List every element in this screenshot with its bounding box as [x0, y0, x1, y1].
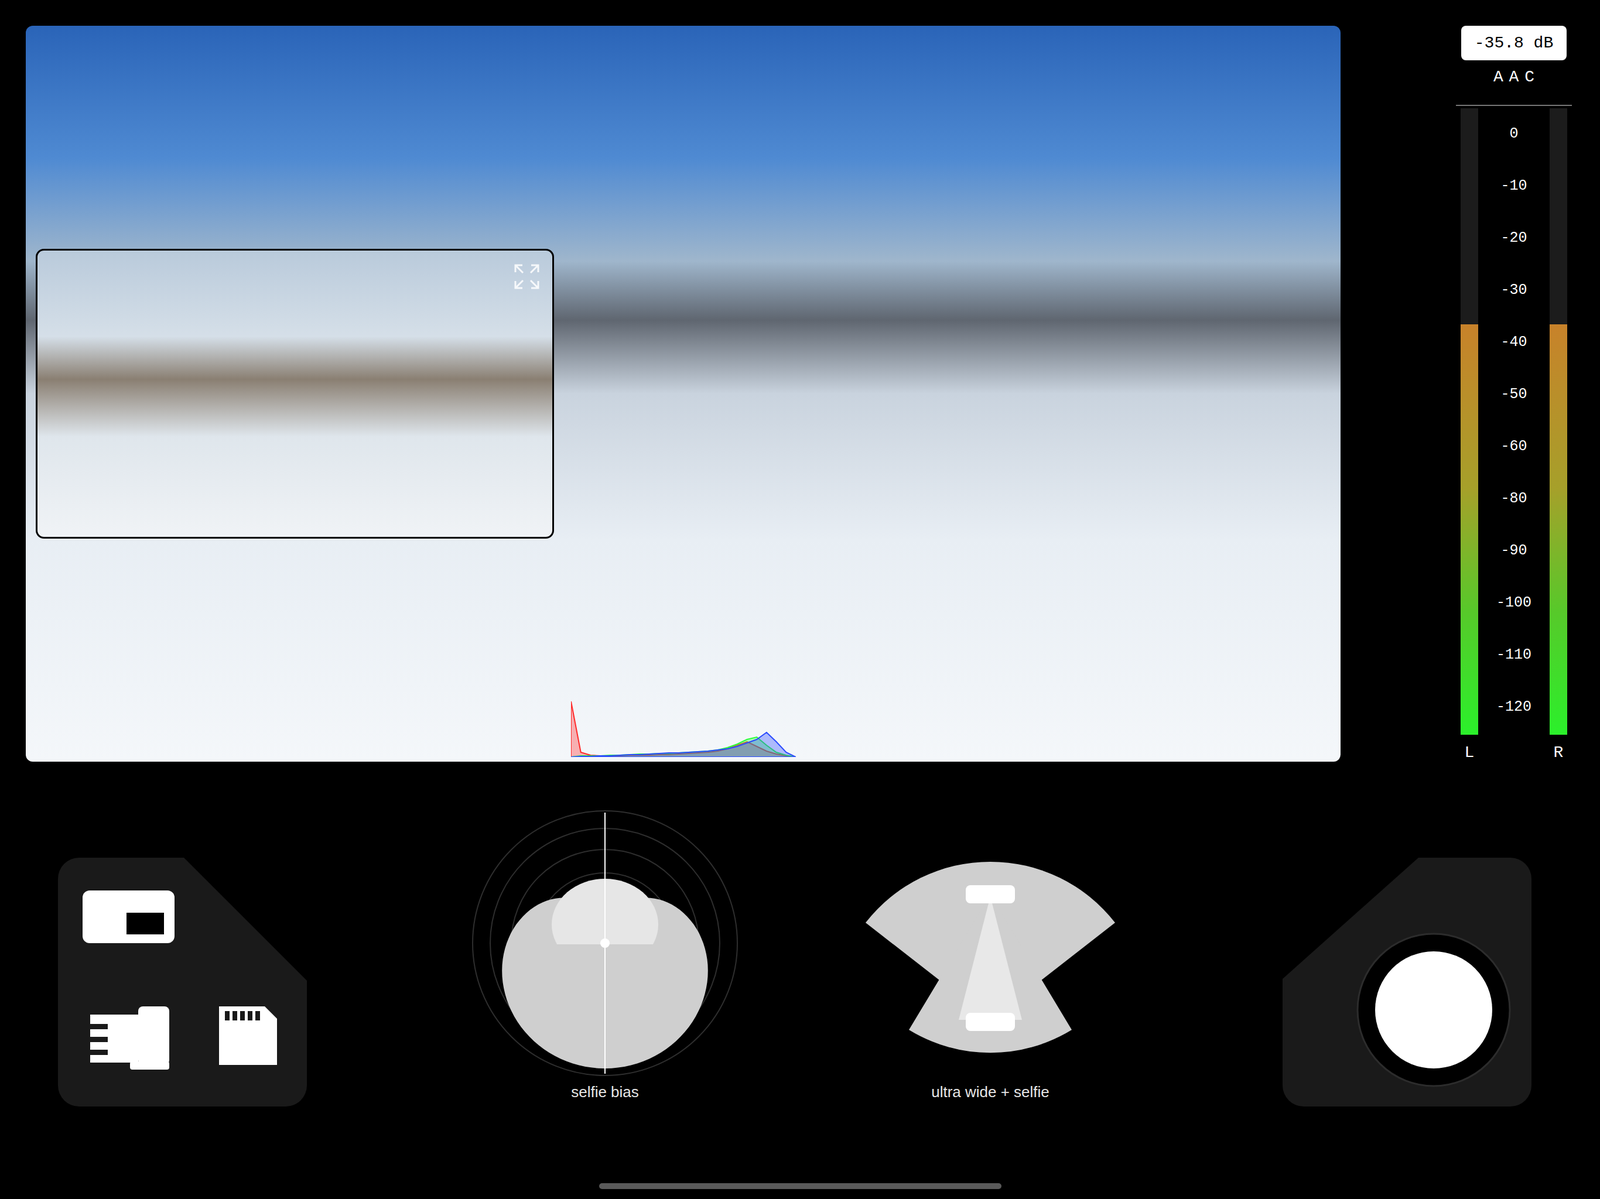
polar-pattern-icon[interactable]: [470, 808, 740, 1079]
codec-label: AAC: [1487, 67, 1541, 88]
audio-meter: -35.8 dB AAC 0 -10 -20 -30 -40 -50 -60 -80 -90 -100…: [1455, 25, 1572, 764]
scale-tick: -50: [1500, 387, 1527, 403]
mic-pattern-label: selfie bias: [571, 1082, 639, 1102]
output-icons: [82, 1006, 307, 1070]
histogram-series: [571, 732, 796, 758]
channel-labels: LR: [1455, 743, 1572, 764]
scale-tick: -20: [1500, 230, 1527, 246]
left-meter-track: [1460, 108, 1479, 735]
mic-pattern-control[interactable]: selfie bias: [470, 808, 740, 1102]
picture-in-picture-icon[interactable]: [82, 890, 175, 944]
scale-tick: -100: [1496, 595, 1532, 611]
histogram: [571, 698, 796, 758]
meter-body: 0 -10 -20 -30 -40 -50 -60 -80 -90 -100 -110 -120: [1455, 108, 1572, 735]
channel-label: R: [1549, 743, 1568, 764]
cinema-camera-icon[interactable]: [89, 1006, 170, 1070]
scale-tick: -60: [1500, 439, 1527, 455]
scale-tick: -80: [1500, 491, 1527, 507]
scale-tick: -40: [1500, 334, 1527, 351]
camera-screen: -35.8 dB AAC 0 -10 -20 -30 -40 -50 -60 -80 -90 -100…: [0, 0, 1600, 1199]
camera-mode-label: ultra wide + selfie: [931, 1082, 1050, 1102]
right-meter-track: [1549, 108, 1568, 735]
scale-tick: -90: [1500, 543, 1527, 559]
expand-icon[interactable]: [513, 262, 541, 291]
scale-tick: -10: [1500, 178, 1527, 194]
scale-tick: -110: [1496, 647, 1532, 663]
right-meter-fill: [1549, 324, 1568, 735]
home-indicator: [599, 1183, 1002, 1190]
left-meter-fill: [1460, 324, 1479, 735]
output-panel: [57, 857, 307, 1107]
scale-tick: -30: [1500, 282, 1527, 299]
histogram-series: [571, 701, 796, 758]
record-button[interactable]: [1351, 928, 1516, 1093]
meter-divider: [1455, 104, 1572, 107]
record-panel: [1282, 857, 1532, 1107]
camera-preview[interactable]: [25, 25, 1341, 762]
camera-fields-icon[interactable]: [861, 808, 1120, 1079]
top-row: -35.8 dB AAC 0 -10 -20 -30 -40 -50 -60 -80 -90 -100…: [0, 0, 1600, 764]
sd-card-icon[interactable]: [219, 1006, 278, 1066]
scale-tick: 0: [1509, 126, 1519, 142]
meter-scale: 0 -10 -20 -30 -40 -50 -60 -80 -90 -100 -110 -120: [1496, 108, 1532, 735]
db-reading: -35.8 dB: [1461, 25, 1567, 61]
scale-tick: -120: [1496, 699, 1532, 716]
channel-label: L: [1460, 743, 1479, 764]
camera-mode-control[interactable]: ultra wide + selfie: [861, 808, 1120, 1102]
controls-row: selfie bias ultra wide + selfie: [0, 808, 1600, 1107]
selfie-inset[interactable]: [35, 248, 555, 539]
